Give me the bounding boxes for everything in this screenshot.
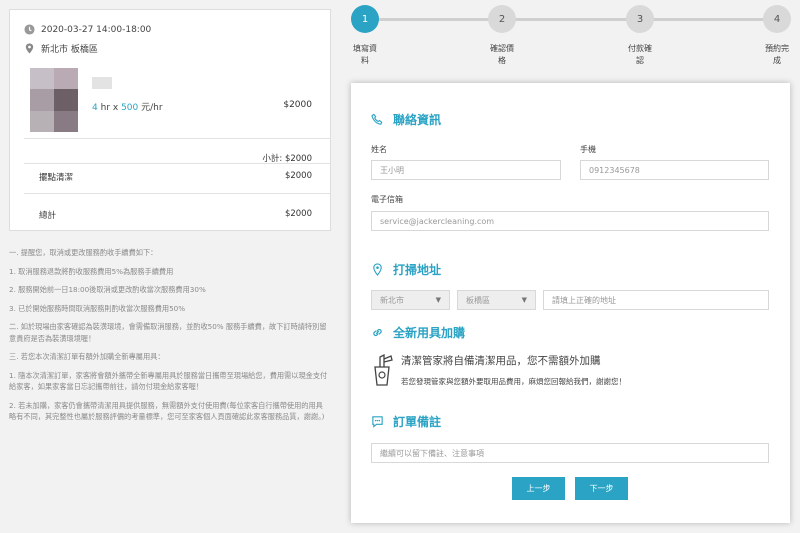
contact-section-title: 聯絡資訊 [371,111,441,128]
next-step-button[interactable]: 下一步 [575,477,628,500]
phone-icon [371,113,383,125]
cleaning-supplies-icon [374,353,393,386]
step-2: 2 [488,5,516,33]
item-price: $2000 [283,100,312,110]
datetime-row: 2020-03-27 14:00-18:00 [24,24,151,35]
location-text: 新北市 板橋區 [41,45,98,55]
step-3-label: 付款確認 [628,44,652,65]
location-row: 新北市 板橋區 [24,42,98,55]
prev-step-button[interactable]: 上一步 [512,477,565,500]
step-3: 3 [626,5,654,33]
divider [24,193,330,194]
note-text: 2. 服務開始前一日18:00後取消或更改酌收當次服務費用30% [9,285,206,294]
rate-text: 4 hr x 500 元/hr [92,100,163,113]
step-4-label: 預約完成 [765,44,789,65]
clock-icon [24,24,35,35]
address-title-text: 打掃地址 [393,263,442,277]
address-section-title: 打掃地址 [371,261,441,278]
contact-title-text: 聯絡資訊 [393,113,442,127]
remarks-title-text: 訂單備註 [393,415,442,429]
caret-down-icon: ▼ [435,296,441,304]
note-text: 1. 隨本次清潔訂單，家客將會額外攜帶全新專屬用具於服務當日攜帶至現場給您，費用… [9,370,328,392]
supplies-main-text: 清潔管家將自備清潔用品，您不需額外加購 [401,355,601,367]
phone-input[interactable]: 0912345678 [580,160,769,180]
line-item-total: 總計 $2000 [39,209,312,221]
divider [24,138,330,139]
note-text: 三. 若您本次清潔訂單有額外加購全新專屬用具： [9,352,165,361]
booking-form: 聯絡資訊 姓名 王小明 手機 0912345678 電子信箱 service@j… [351,83,790,523]
remarks-input[interactable]: 繼續可以留下備註、注意事項 [371,443,769,463]
order-summary-card: 2020-03-27 14:00-18:00 新北市 板橋區 4 hr x 50… [9,9,331,231]
line-item-label: 擺點清潔 [39,173,74,183]
cancellation-notes: 一. 提醒您，取消或更改服務酌收手續費如下： 1. 取消服務退款將酌收服務費用5… [9,247,329,430]
note-text: 1. 取消服務退款將酌收服務費用5%為服務手續費用 [9,266,174,276]
supplies-title-text: 全新用具加購 [393,326,466,340]
note-text: 二. 如於現場由家客確認為裝潢環境，會需備取消服務，並酌收50% 服務手續費，故… [9,322,327,343]
supplies-sub-text: 若您發現管家與您額外要取用品費用，麻煩您回報給我們，謝謝您！ [401,377,626,386]
note-text: 一. 提醒您，取消或更改服務酌收手續費如下： [9,248,158,257]
caret-down-icon: ▼ [521,296,527,304]
supplies-info: 清潔管家將自備清潔用品，您不需額外加購 若您發現管家與您額外要取用品費用，麻煩您… [371,353,626,387]
divider [24,163,330,164]
cleaner-name-placeholder [92,77,112,89]
step-2-label: 確認價格 [490,44,514,65]
rate-unit: 元/hr [141,103,163,113]
name-label: 姓名 [371,145,387,154]
location-pin-icon [25,43,34,54]
city-select-value: 新北市 [380,295,404,305]
step-4: 4 [763,5,791,33]
email-input[interactable]: service@jackercleaning.com [371,211,769,231]
rate-hours: 4 [92,103,98,113]
stepper-track [365,18,777,21]
progress-stepper: 1 2 3 4 填寫資料 確認價格 付款確認 預約完成 [351,5,791,75]
step-1-label: 填寫資料 [353,44,377,65]
rate-price: 500 [121,103,139,113]
datetime-text: 2020-03-27 14:00-18:00 [41,24,152,35]
supplies-section-title: 全新用具加購 [371,324,465,341]
cleaner-photo [30,68,78,132]
email-label: 電子信箱 [371,195,403,204]
step-1: 1 [351,5,379,33]
remarks-section-title: 訂單備註 [371,413,441,430]
total-label: 總計 [39,211,57,221]
district-select-value: 板橋區 [466,295,490,305]
rate-hr-label: hr x [100,103,119,113]
note-text: 2. 若未加購，家客仍會攜帶清潔用具提供服務，無需額外支付使用費(每位家客自行攜… [9,400,325,422]
city-select[interactable]: 新北市 ▼ [371,290,450,310]
line-item-value: $2000 [284,171,312,181]
phone-label: 手機 [580,145,596,154]
chat-icon [372,416,383,428]
link-icon [373,328,382,337]
address-input[interactable]: 請填上正確的地址 [543,290,769,310]
total-value: $2000 [284,209,312,219]
district-select[interactable]: 板橋區 ▼ [457,290,536,310]
name-input[interactable]: 王小明 [371,160,561,180]
location-pin-icon [373,263,382,276]
line-item-service: 擺點清潔 $2000 [39,171,312,183]
note-text: 3. 已於開始服務時間取消服務則酌收當次服務費用50% [9,303,186,313]
